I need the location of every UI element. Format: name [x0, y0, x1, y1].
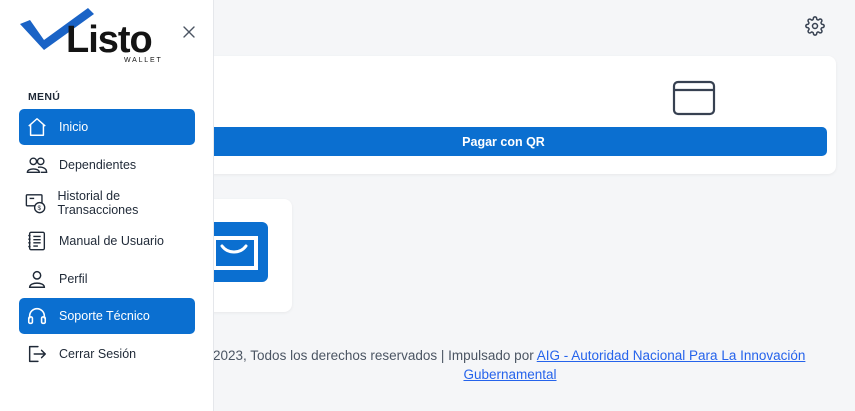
sidebar-item-label: Perfil	[59, 271, 88, 286]
sidebar-item-label: Historial de Transacciones	[57, 188, 139, 217]
sidebar-item-label: Manual de Usuario	[59, 233, 164, 248]
sidebar-item-cerrar-sesion[interactable]: Cerrar Sesión	[19, 336, 195, 372]
sidebar-item-label: Cerrar Sesión	[59, 347, 137, 362]
user-icon	[25, 267, 49, 291]
menu-heading: MENÚ	[28, 91, 61, 103]
logout-icon	[25, 342, 49, 366]
sidebar-item-label: Dependientes	[59, 157, 137, 172]
users-icon	[25, 153, 49, 177]
sidebar-item-label: Inicio	[59, 120, 89, 134]
headset-icon	[25, 304, 49, 328]
sidebar-item-manual[interactable]: Manual de Usuario	[19, 223, 195, 259]
wallet-outline-icon	[672, 80, 716, 116]
logo-text: Listo	[66, 19, 153, 61]
manual-icon	[25, 229, 49, 253]
sidebar-item-inicio[interactable]: Inicio	[19, 109, 195, 145]
sidebar-item-historial[interactable]: $ Historial de Transacciones	[19, 185, 195, 221]
home-icon	[25, 115, 49, 139]
sidebar-item-label: Soporte Técnico	[59, 309, 150, 324]
close-icon	[183, 26, 195, 38]
pay-with-qr-button[interactable]: Pagar con QR	[180, 127, 827, 156]
footer-link-aig[interactable]: AIG - Autoridad Nacional Para La Innovac…	[537, 348, 806, 363]
qr-payment-card: Pagar con QR	[150, 56, 836, 174]
settings-button[interactable]	[803, 14, 827, 38]
logo: Listo WALLET	[18, 6, 168, 68]
footer-link-aig-continued[interactable]: Gubernamental	[463, 367, 556, 382]
sidebar-item-perfil[interactable]: Perfil	[19, 261, 195, 297]
sidebar-item-dependientes[interactable]: Dependientes	[19, 147, 195, 183]
footer-copyright: 2023, Todos los derechos reservados | Im…	[213, 348, 806, 363]
transaction-history-icon: $	[25, 191, 48, 215]
logo-subtext: WALLET	[124, 57, 163, 64]
footer: 2023, Todos los derechos reservados | Im…	[210, 346, 810, 384]
svg-text:$: $	[38, 205, 42, 212]
side-drawer: Listo WALLET MENÚ Inicio Dependientes $ …	[0, 0, 214, 411]
sidebar-item-soporte[interactable]: Soporte Técnico	[19, 298, 195, 335]
gear-icon	[805, 16, 825, 36]
close-drawer-button[interactable]	[181, 24, 197, 40]
sidebar-menu: Inicio Dependientes $ Historial de Trans…	[19, 109, 195, 374]
